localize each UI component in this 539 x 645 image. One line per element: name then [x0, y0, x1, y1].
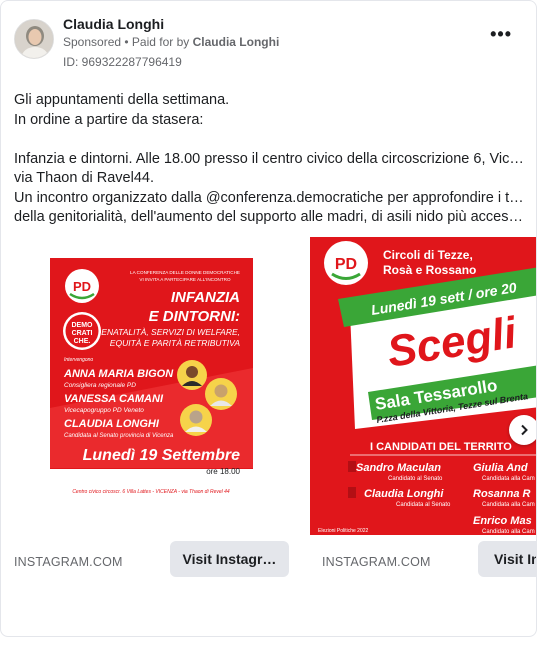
event-venue: Centro civico circoscr. 6 Villa Lattes -… — [72, 489, 230, 495]
body-line: via Thaon di Ravel44. — [14, 170, 154, 186]
body-line: della genitorialità, dell'aumento del su… — [14, 209, 529, 225]
speaker-name-1: ANNA MARIA BIGON — [63, 368, 174, 380]
chevron-right-icon[interactable] — [509, 415, 536, 445]
poster-subtitle-2: EQUITÀ E PARITÀ RETRIBUTIVA — [110, 338, 241, 348]
poster2-candidates-title: I CANDIDATI DEL TERRITO — [370, 441, 512, 453]
pd-logo: PD — [73, 279, 91, 294]
paid-by-name[interactable]: Claudia Longhi — [193, 35, 280, 49]
card-source-2[interactable]: INSTAGRAM.COM — [322, 555, 431, 569]
sponsored-label: Sponsored — [63, 35, 122, 49]
speaker-role-3: Candidata al Senato provincia di Vicenza — [64, 433, 174, 439]
paid-prefix: • Paid for by — [121, 35, 193, 49]
event-date: Lunedì 19 Settembre — [83, 447, 240, 464]
avatar[interactable] — [14, 19, 54, 59]
body-line: Un incontro organizzato dalla @conferenz… — [14, 189, 529, 206]
chevron-right-glyph — [521, 424, 528, 436]
candidate-role-2: Candidata alla Cam — [482, 476, 535, 482]
speaker-role-1: Consigliera regionale PD — [64, 382, 136, 389]
svg-text:CHE.: CHE. — [74, 338, 91, 345]
candidate-name-4: Rosanna R — [473, 488, 531, 500]
speaker-name-3: CLAUDIA LONGHI — [64, 418, 160, 430]
candidate-name-2: Giulia And — [473, 462, 528, 474]
candidate-name-5: Enrico Mas — [473, 515, 532, 527]
body-line: In ordine a partire da stasera: — [14, 111, 204, 128]
poster-title-2: E DINTORNI: — [149, 308, 240, 325]
invite-line-2: VI INVITA A PARTECIPARE ALL'INCONTRO — [139, 277, 231, 282]
poster-title-1: INFANZIA — [171, 289, 240, 306]
candidate-role-1: Candidato al Senato — [388, 476, 443, 482]
pd-logo-2: PD — [335, 256, 357, 273]
visit-instagram-button-1[interactable]: Visit Instagr… — [170, 541, 289, 577]
visit-instagram-button-2[interactable]: Visit Ins — [478, 541, 536, 577]
carousel-image-2[interactable]: PD Circoli di Tezze, Rosà e Rossano Lune… — [310, 237, 536, 535]
candidate-role-3: Candidata al Senato — [396, 502, 451, 508]
invite-line-1: LA CONFERENZA DELLE DONNE DEMOCRATICHE — [130, 270, 240, 275]
author-name[interactable]: Claudia Longhi — [63, 16, 164, 32]
event-poster-1: PD LA CONFERENZA DELLE DONNE DEMOCRATICH… — [50, 258, 253, 498]
poster2-header-2: Rosà e Rossano — [383, 263, 476, 277]
poster2-footer: Elezioni Politiche 2022 — [318, 528, 369, 534]
svg-text:DEMO: DEMO — [72, 322, 94, 329]
candidate-role-5: Candidato alla Cam — [482, 529, 535, 535]
poster2-header-1: Circoli di Tezze, — [383, 248, 473, 262]
intervene-label: Intervengono — [64, 357, 93, 363]
carousel-image-1[interactable]: PD LA CONFERENZA DELLE DONNE DEMOCRATICH… — [50, 258, 253, 498]
event-time: ore 18.00 — [206, 467, 240, 476]
ad-id: ID: 969322287796419 — [63, 55, 182, 69]
sponsored-line: Sponsored • Paid for by Claudia Longhi — [63, 35, 279, 49]
poster-subtitle-1: DENATALITÀ, SERVIZI DI WELFARE, — [95, 327, 240, 337]
post-body: Gli appuntamenti della settimana. In ord… — [14, 91, 529, 228]
more-options-icon[interactable]: ••• — [490, 25, 512, 43]
speaker-name-2: VANESSA CAMANI — [64, 393, 164, 405]
candidate-name-1: Sandro Maculan — [356, 462, 441, 474]
candidate-name-3: Claudia Longhi — [364, 488, 444, 500]
ad-card: Claudia Longhi Sponsored • Paid for by C… — [0, 0, 537, 637]
svg-text:CRATI: CRATI — [72, 330, 93, 337]
body-line: Gli appuntamenti della settimana. — [14, 92, 230, 108]
profile-photo — [15, 20, 53, 58]
candidate-role-4: Candidata alla Cam — [482, 502, 535, 508]
speaker-role-2: Vicecapogruppo PD Veneto — [64, 407, 144, 414]
body-line: Infanzia e dintorni. Alle 18.00 presso i… — [14, 150, 529, 167]
card-source-1[interactable]: INSTAGRAM.COM — [14, 555, 123, 569]
event-poster-2: PD Circoli di Tezze, Rosà e Rossano Lune… — [310, 237, 536, 535]
